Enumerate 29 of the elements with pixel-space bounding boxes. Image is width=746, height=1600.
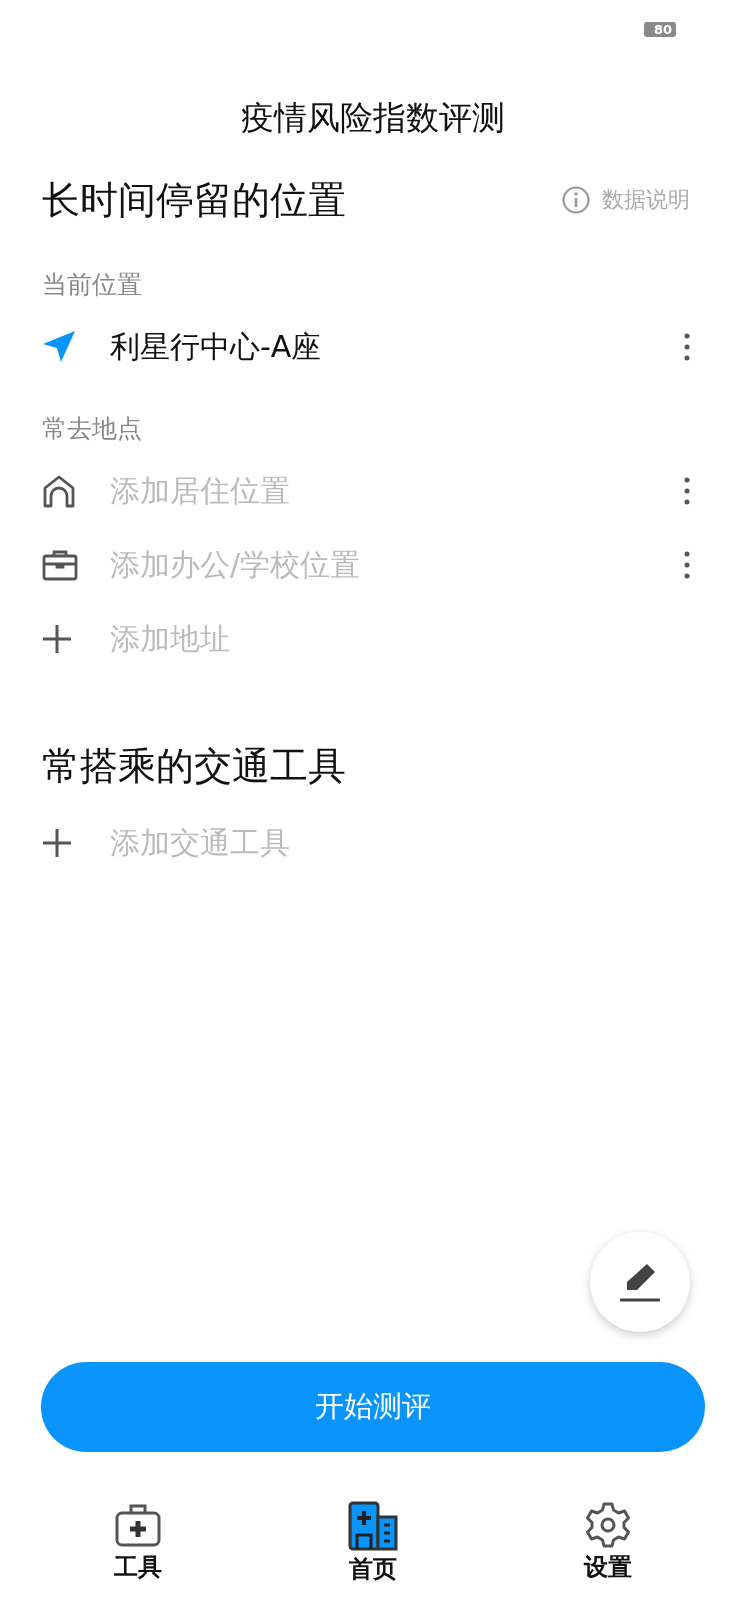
plus-icon: [42, 828, 72, 858]
nav-tab[interactable]: 工具: [72, 1500, 203, 1586]
add-location-link[interactable]: 添加地址: [110, 618, 694, 660]
hospital-icon: [348, 1501, 398, 1551]
section-heading: 长时间停留的位置: [42, 176, 346, 224]
add-location-link[interactable]: 添加居住位置: [110, 470, 680, 512]
info-icon: [562, 186, 590, 214]
plus-icon: [42, 624, 72, 654]
battery-indicator: 80: [643, 21, 676, 37]
edit-button[interactable]: [590, 1232, 690, 1332]
start-button[interactable]: 开始测评: [41, 1362, 705, 1452]
current-location: 利星行中心-A座: [110, 327, 323, 366]
subsection-label: 当前位置: [41, 269, 143, 301]
add-location-link[interactable]: 添加交通工具: [110, 822, 694, 864]
nav-tab[interactable]: 首页: [308, 1500, 438, 1586]
add-location-link[interactable]: 添加办公/学校位置: [110, 544, 680, 586]
more-icon: [684, 477, 690, 505]
data-info-link[interactable]: 数据说明: [562, 185, 690, 215]
subsection-label: 常去地点: [41, 413, 143, 445]
pencil-icon: [619, 1261, 661, 1303]
settings-icon: [584, 1501, 633, 1549]
briefcase-icon: [42, 549, 78, 581]
page-title: 疫情风险指数评测: [240, 98, 506, 138]
nav-tab[interactable]: 设置: [543, 1500, 674, 1586]
more-icon: [684, 551, 690, 579]
section-heading: 常搭乘的交通工具: [42, 742, 346, 790]
house-icon: [42, 474, 76, 508]
navigation-arrow-icon: [42, 330, 76, 364]
more-icon: [684, 333, 690, 361]
